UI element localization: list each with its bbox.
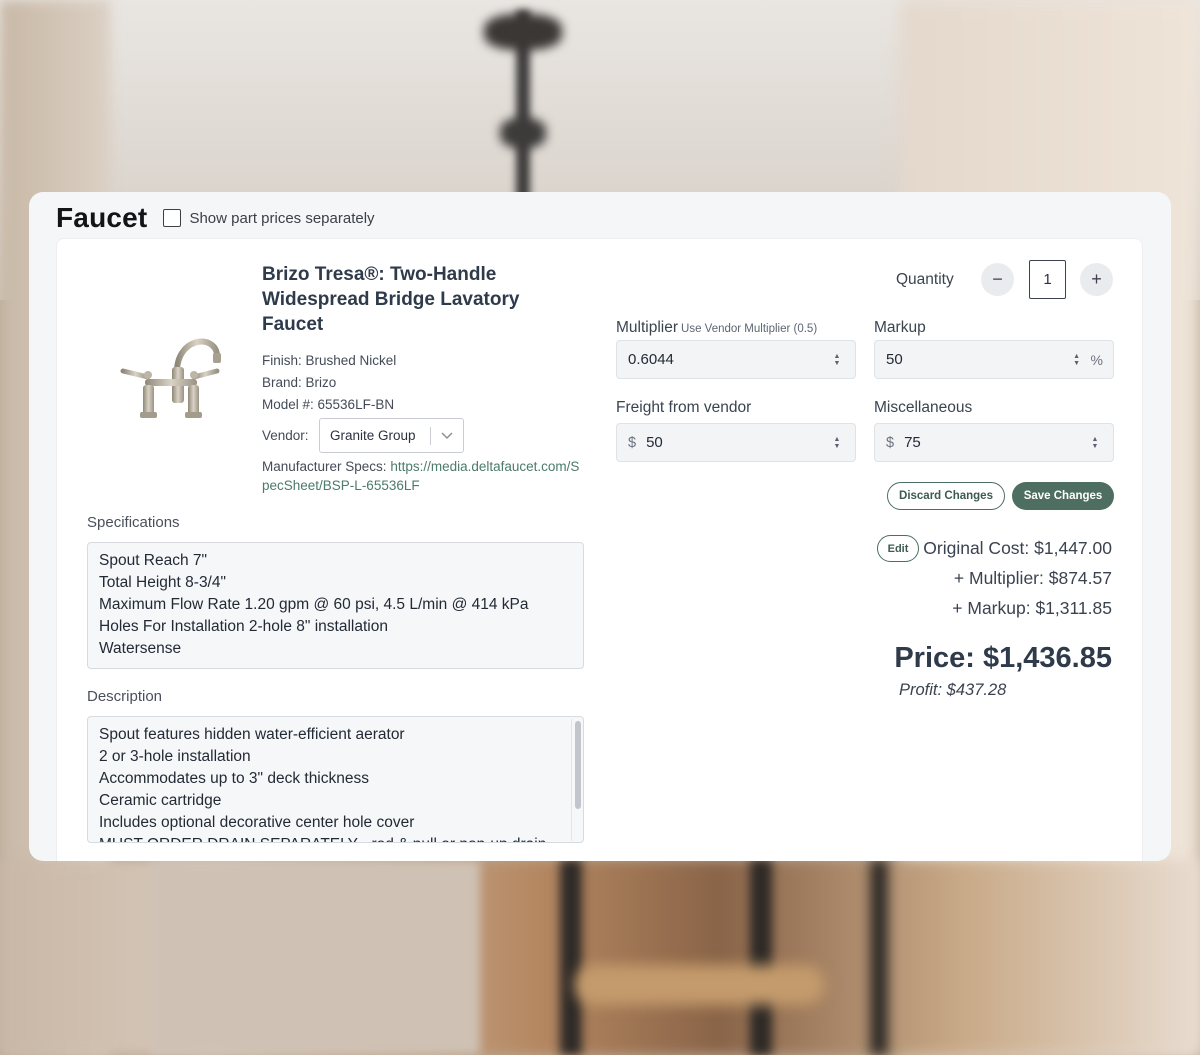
description-line: MUST ORDER DRAIN SEPARATELY - rod & pull… bbox=[99, 834, 572, 842]
total-price: Price: $1,436.85 bbox=[894, 642, 1112, 674]
card-title: Faucet bbox=[56, 202, 148, 233]
freight-label: Freight from vendor bbox=[616, 399, 752, 416]
spec-line: Maximum Flow Rate 1.20 gpm @ 60 psi, 4.5… bbox=[99, 596, 529, 613]
spinner-icon[interactable]: ▲ ▼ bbox=[832, 352, 842, 368]
spec-line: Watersense bbox=[99, 640, 182, 657]
spec-line: Total Height 8-3/4" bbox=[99, 574, 226, 591]
faucet-image bbox=[120, 338, 221, 418]
multiplier-label-text: Multiplier bbox=[616, 319, 679, 336]
freight-value: 50 bbox=[646, 434, 663, 451]
quantity-input[interactable]: 1 bbox=[1029, 260, 1066, 299]
product-finish: Finish: Brushed Nickel bbox=[262, 353, 397, 368]
spinner-icon[interactable]: ▲ ▼ bbox=[832, 435, 842, 451]
scrollbar-thumb[interactable] bbox=[575, 721, 581, 809]
multiplier-label: Multiplier Use Vendor Multiplier (0.5) bbox=[616, 319, 817, 337]
product-brand: Brand: Brizo bbox=[262, 375, 337, 390]
miscellaneous-input[interactable]: $ 75 ▲ ▼ bbox=[874, 423, 1114, 462]
description-label: Description bbox=[87, 688, 163, 705]
save-changes-button[interactable]: Save Changes bbox=[1012, 482, 1114, 510]
spinner-icon[interactable]: ▲ ▼ bbox=[1072, 352, 1082, 368]
description-line: 2 or 3-hole installation bbox=[99, 748, 251, 765]
freight-input[interactable]: $ 50 ▲ ▼ bbox=[616, 423, 856, 462]
specifications-textarea[interactable]: Spout Reach 7" Total Height 8-3/4" Maxim… bbox=[87, 542, 584, 669]
quantity-decrement-button[interactable]: − bbox=[981, 263, 1014, 296]
show-parts-checkbox[interactable] bbox=[163, 209, 182, 227]
description-scrollbar[interactable] bbox=[571, 719, 581, 841]
spec-line: Spout Reach 7" bbox=[99, 552, 208, 569]
original-cost: Original Cost: $1,447.00 bbox=[923, 538, 1112, 558]
markup-value: 50 bbox=[886, 351, 903, 368]
markup-amount: + Markup: $1,311.85 bbox=[952, 598, 1112, 618]
card-header: Faucet Show part prices separately bbox=[56, 198, 375, 238]
percent-suffix: % bbox=[1090, 351, 1103, 368]
spec-line: Holes For Installation 2-hole 8" install… bbox=[99, 618, 388, 635]
markup-label: Markup bbox=[874, 319, 926, 336]
miscellaneous-value: 75 bbox=[904, 434, 921, 451]
product-title: Brizo Tresa®: Two-Handle Widespread Brid… bbox=[262, 264, 520, 335]
vendor-value: Granite Group bbox=[330, 428, 416, 443]
multiplier-value: 0.6044 bbox=[628, 351, 674, 368]
description-line: Includes optional decorative center hole… bbox=[99, 814, 415, 831]
spinner-icon[interactable]: ▲ ▼ bbox=[1090, 435, 1100, 451]
description-line: Ceramic cartridge bbox=[99, 792, 222, 809]
chevron-down-icon[interactable] bbox=[431, 431, 463, 440]
description-textarea[interactable]: Spout features hidden water-efficient ae… bbox=[87, 716, 584, 843]
description-line: Accommodates up to 3" deck thickness bbox=[99, 770, 369, 787]
miscellaneous-label: Miscellaneous bbox=[874, 399, 973, 416]
product-panel: Brizo Tresa®: Two-Handle Widespread Brid… bbox=[56, 238, 1143, 861]
dollar-prefix: $ bbox=[886, 434, 895, 451]
description-line: Spout features hidden water-efficient ae… bbox=[99, 726, 405, 743]
specifications-label: Specifications bbox=[87, 514, 180, 531]
use-vendor-multiplier-link[interactable]: Use Vendor Multiplier (0.5) bbox=[681, 323, 817, 335]
dollar-prefix: $ bbox=[628, 434, 637, 451]
profit: Profit: $437.28 bbox=[899, 681, 1007, 699]
edit-cost-button[interactable]: Edit bbox=[877, 535, 919, 562]
product-model: Model #: 65536LF-BN bbox=[262, 397, 395, 412]
multiplier-input[interactable]: 0.6044 ▲ ▼ bbox=[616, 340, 856, 379]
item-card: Faucet Show part prices separately Brizo… bbox=[29, 192, 1171, 861]
quantity-label: Quantity bbox=[896, 271, 954, 288]
vendor-select[interactable]: Granite Group bbox=[319, 418, 464, 453]
show-parts-label[interactable]: Show part prices separately bbox=[189, 210, 374, 227]
markup-input[interactable]: 50 ▲ ▼ % bbox=[874, 340, 1114, 379]
multiplier-amount: + Multiplier: $874.57 bbox=[953, 568, 1112, 588]
quantity-increment-button[interactable]: + bbox=[1080, 263, 1113, 296]
discard-changes-button[interactable]: Discard Changes bbox=[887, 482, 1005, 510]
manufacturer-specs: Manufacturer Specs: https://media.deltaf… bbox=[262, 457, 582, 495]
specs-label: Manufacturer Specs: bbox=[262, 459, 387, 474]
vendor-label: Vendor: bbox=[262, 428, 309, 443]
